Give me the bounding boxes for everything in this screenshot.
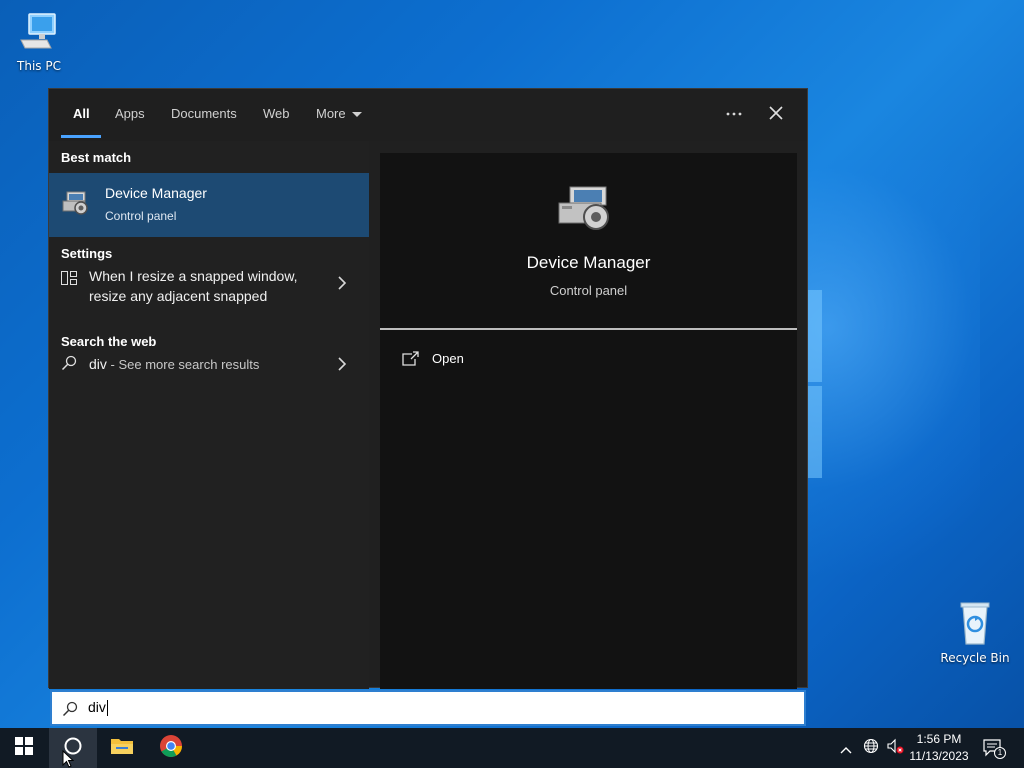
tab-all[interactable]: All (73, 106, 90, 121)
mouse-cursor-icon (62, 749, 75, 768)
desktop-icon-label: This PC (17, 59, 61, 73)
best-match-subtitle: Control panel (105, 209, 177, 223)
active-tab-indicator (61, 135, 101, 138)
settings-result-snap[interactable]: When I resize a snapped window, resize a… (49, 265, 369, 309)
tab-web[interactable]: Web (263, 106, 290, 121)
search-icon (62, 701, 78, 721)
settings-result-line1: When I resize a snapped window, (89, 268, 298, 284)
network-button[interactable] (860, 728, 882, 768)
wallpaper-logo-pane (808, 386, 822, 478)
search-input[interactable]: div (50, 690, 806, 726)
best-match-title: Device Manager (105, 185, 207, 201)
folder-icon (110, 736, 134, 760)
device-manager-icon (61, 189, 91, 223)
clock-time: 1:56 PM (916, 732, 962, 746)
settings-header: Settings (61, 246, 113, 261)
ellipsis-icon[interactable] (725, 103, 743, 128)
results-list: Best match Device Manager Control panel … (49, 141, 369, 689)
desktop-icon-recycle-bin[interactable]: Recycle Bin (937, 600, 1013, 665)
detail-subtitle: Control panel (549, 283, 628, 298)
web-result-query: div (89, 356, 107, 372)
best-match-device-manager[interactable]: Device Manager Control panel (49, 173, 369, 237)
chrome-button[interactable] (147, 728, 195, 768)
clock-date: 11/13/2023 (909, 749, 969, 763)
chevron-right-icon (337, 275, 347, 294)
detail-title: Device Manager (526, 253, 651, 272)
web-header: Search the web (61, 334, 157, 349)
chevron-right-icon (337, 356, 347, 375)
desktop-icon-this-pc[interactable]: This PC (1, 10, 77, 73)
clock[interactable]: 1:56 PM 11/13/2023 (904, 731, 974, 765)
recycle-bin-icon (953, 602, 997, 649)
result-detail-pane: Device Manager Control panel Open (380, 153, 797, 689)
this-pc-icon (17, 13, 61, 57)
chevron-up-icon (840, 739, 852, 758)
globe-icon (863, 738, 879, 758)
volume-button[interactable] (884, 728, 906, 768)
start-button[interactable] (0, 728, 48, 768)
show-hidden-icons-button[interactable] (836, 728, 856, 768)
file-explorer-button[interactable] (98, 728, 146, 768)
wallpaper-logo-pane (808, 290, 822, 382)
web-result-div[interactable]: div - See more search results (49, 353, 369, 377)
notification-icon: 1 (983, 739, 1006, 759)
desktop-icon-label: Recycle Bin (940, 651, 1010, 665)
web-result-suffix: - See more search results (106, 357, 260, 372)
tab-apps[interactable]: Apps (115, 106, 145, 121)
search-icon (61, 355, 77, 375)
volume-muted-icon (886, 738, 904, 758)
caret-down-icon (351, 112, 362, 118)
web-result-text: div - See more search results (89, 354, 259, 375)
open-action-label: Open (432, 351, 464, 366)
best-match-header: Best match (61, 150, 132, 165)
start-search-panel: All Apps Documents Web More Best match D… (48, 88, 808, 689)
action-center-button[interactable]: 1 (978, 728, 1008, 768)
settings-result-line2: resize any adjacent snapped (89, 288, 268, 304)
device-manager-large-icon (556, 185, 616, 239)
tab-more-label: More (316, 106, 346, 121)
text-cursor (106, 700, 108, 717)
snap-window-icon (61, 270, 77, 289)
open-action[interactable]: Open (400, 349, 600, 373)
windows-logo-icon (15, 737, 33, 759)
tab-documents[interactable]: Documents (171, 106, 237, 121)
search-input-value: div (88, 699, 108, 717)
chrome-icon (159, 734, 183, 762)
taskbar: 1:56 PM 11/13/2023 1 (0, 728, 1024, 768)
tab-more[interactable]: More (316, 106, 362, 121)
notification-count-badge: 1 (994, 747, 1006, 759)
search-filter-tabs: All Apps Documents Web More (49, 89, 807, 141)
search-query-text: div (88, 699, 106, 715)
open-icon (402, 351, 420, 371)
close-icon[interactable] (767, 103, 785, 128)
detail-divider (380, 328, 797, 330)
